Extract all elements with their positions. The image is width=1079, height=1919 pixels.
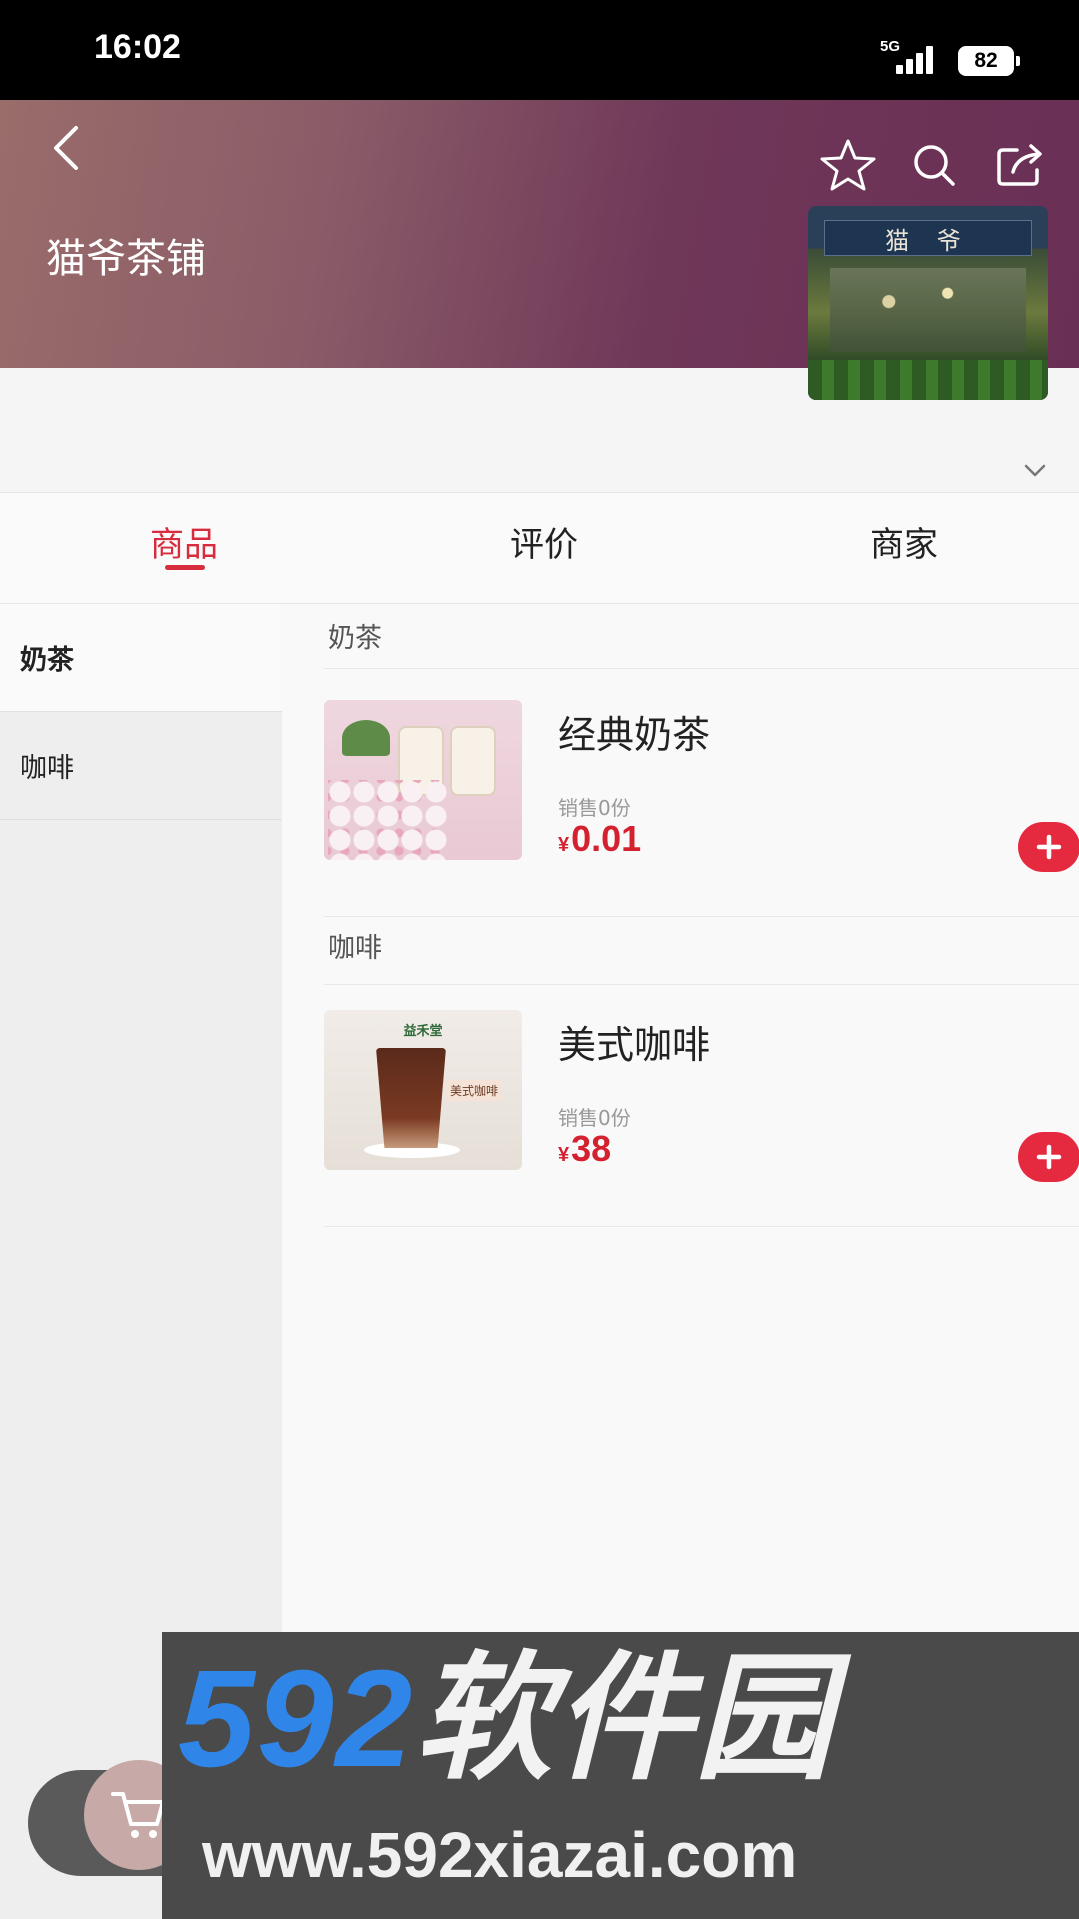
- cart-icon: [111, 1792, 165, 1838]
- divider: [324, 984, 1079, 985]
- back-button[interactable]: [44, 118, 94, 178]
- add-to-cart-button[interactable]: [1018, 1132, 1079, 1182]
- store-photo[interactable]: 猫 爷: [808, 206, 1048, 400]
- price-value: 0.01: [571, 818, 642, 859]
- coffee-brand-text: 益禾堂: [403, 1024, 443, 1039]
- divider: [324, 916, 1079, 917]
- product-name: 美式咖啡: [558, 1023, 711, 1067]
- product-image[interactable]: 益禾堂 美式咖啡: [324, 1010, 522, 1170]
- signal-icon: [896, 44, 940, 74]
- sidebar-item-milk-tea[interactable]: 奶茶: [0, 604, 282, 712]
- battery-icon: 82: [958, 46, 1020, 76]
- product-sales: 销售0份: [558, 796, 631, 820]
- section-title-milk-tea: 奶茶: [328, 623, 382, 654]
- plus-icon: [1036, 1144, 1062, 1170]
- tab-products[interactable]: 商品: [150, 517, 218, 566]
- watermark-logo-text: 软件园: [414, 1642, 835, 1796]
- search-button[interactable]: [901, 132, 967, 198]
- divider: [324, 1226, 1079, 1227]
- plus-icon: [1036, 834, 1062, 860]
- search-icon: [914, 145, 955, 186]
- watermark-logo: 592软件园: [178, 1650, 834, 1788]
- product-image[interactable]: [324, 700, 522, 860]
- store-sign: 猫 爷: [824, 220, 1032, 256]
- section-title-coffee: 咖啡: [328, 933, 382, 964]
- sidebar-item-coffee[interactable]: 咖啡: [0, 712, 282, 820]
- add-to-cart-button[interactable]: [1018, 822, 1079, 872]
- product-name: 经典奶茶: [558, 713, 711, 757]
- favorite-button[interactable]: [815, 132, 881, 198]
- currency-symbol: ¥: [558, 834, 570, 856]
- product-sales: 销售0份: [558, 1106, 631, 1130]
- tab-merchant[interactable]: 商家: [870, 517, 938, 566]
- share-button[interactable]: [987, 132, 1053, 198]
- product-price: ¥0.01: [558, 818, 641, 860]
- list-item[interactable]: 经典奶茶 销售0份 ¥0.01: [324, 700, 1079, 872]
- currency-symbol: ¥: [558, 1144, 570, 1166]
- tab-active-indicator: [165, 565, 205, 570]
- store-name: 猫爷茶铺: [46, 236, 206, 282]
- coffee-tag-text: 美式咖啡: [446, 1080, 503, 1101]
- list-item[interactable]: 益禾堂 美式咖啡 美式咖啡 销售0份 ¥38: [324, 1010, 1079, 1182]
- watermark-url: www.592xiazai.com: [202, 1819, 798, 1891]
- tab-reviews[interactable]: 评价: [510, 517, 578, 566]
- star-icon: [820, 139, 876, 191]
- price-value: 38: [571, 1128, 612, 1169]
- share-icon: [997, 144, 1042, 186]
- product-price: ¥38: [558, 1128, 611, 1170]
- watermark: 592软件园 www.592xiazai.com: [162, 1632, 1079, 1919]
- divider: [324, 668, 1079, 669]
- tab-bar: 商品 评价 商家: [0, 492, 1079, 604]
- status-bar: 16:02 5G 82: [0, 0, 1079, 100]
- watermark-logo-numbers: 592: [178, 1642, 415, 1796]
- chevron-down-icon[interactable]: [1024, 464, 1046, 478]
- back-icon: [54, 126, 78, 170]
- status-time: 16:02: [94, 28, 181, 66]
